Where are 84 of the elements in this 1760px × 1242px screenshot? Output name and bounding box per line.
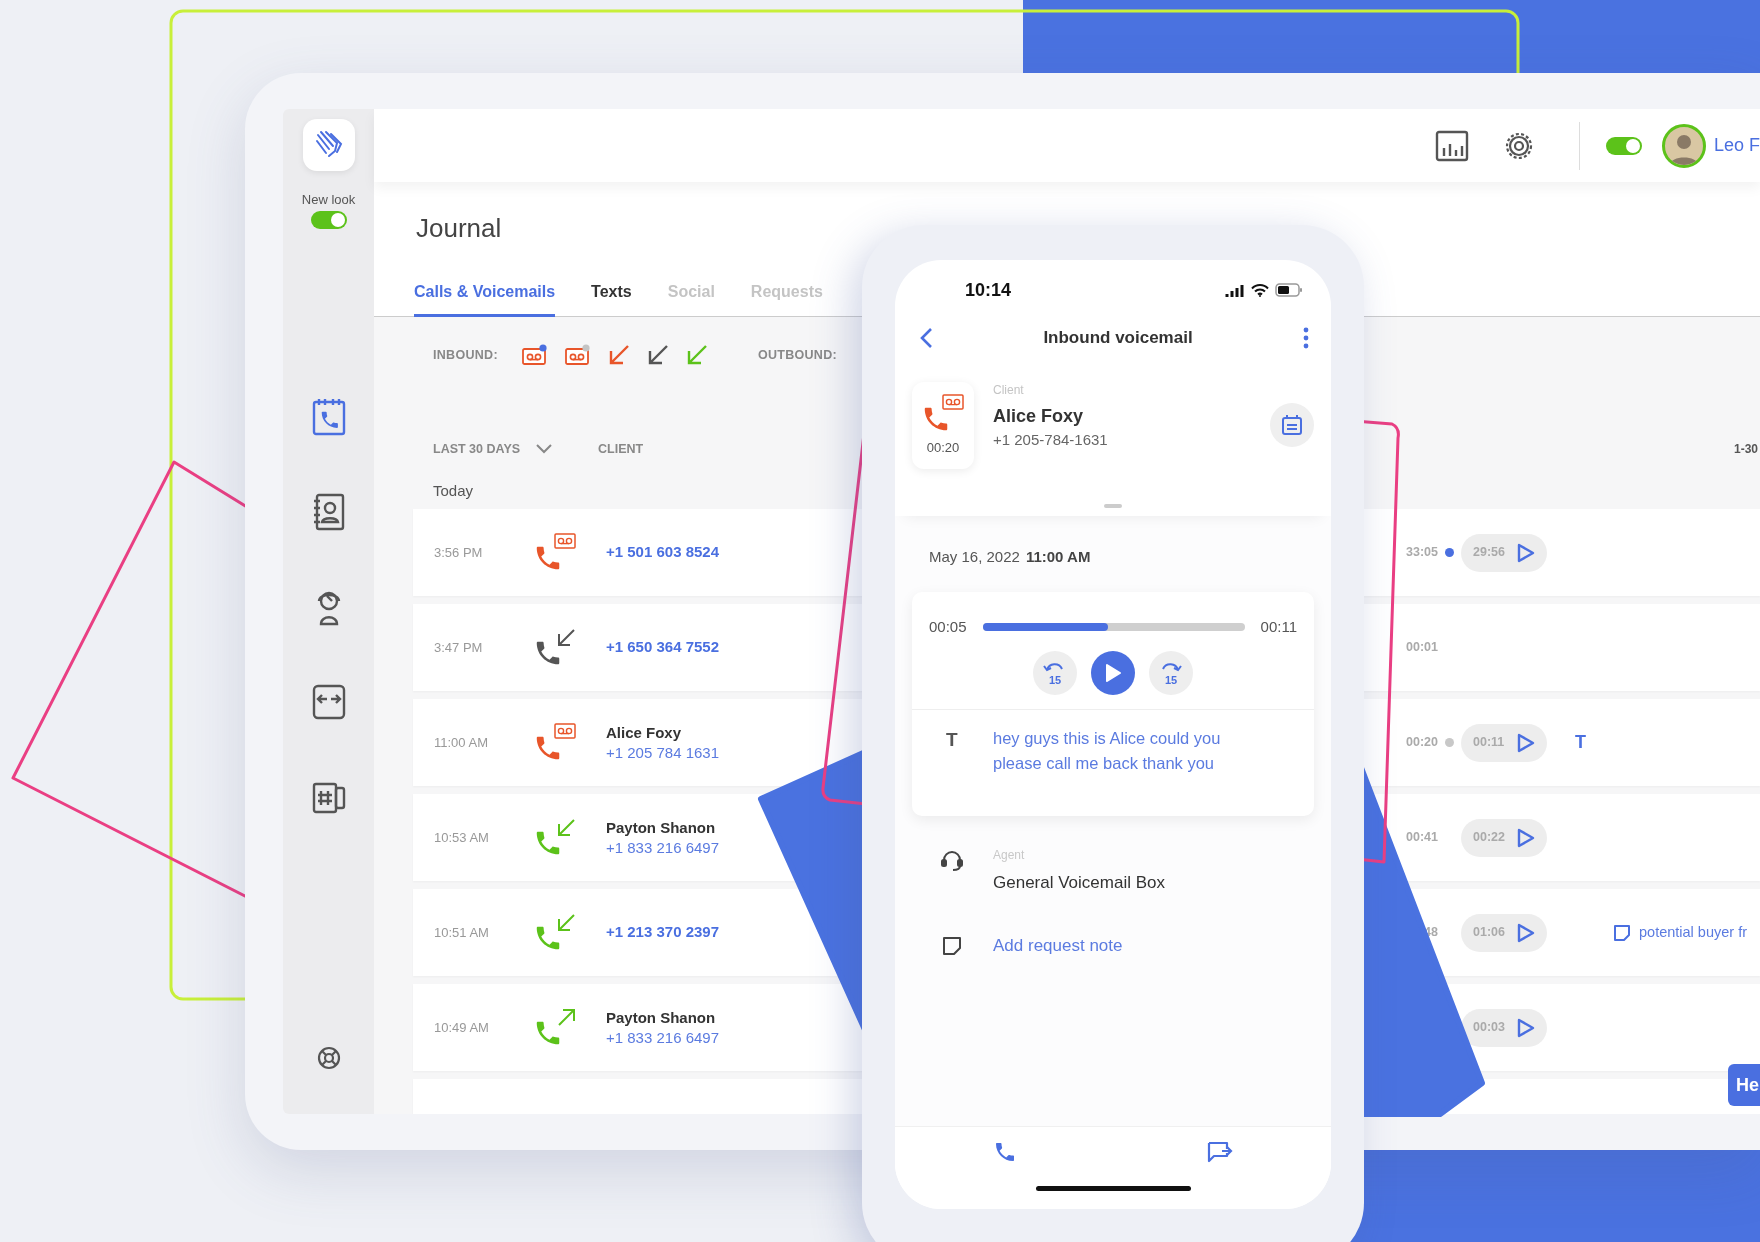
column-header: CLIENT [598,440,644,458]
elapsed-time: 00:05 [929,617,967,637]
group-heading: Today [433,481,474,501]
call-button[interactable] [993,1140,1017,1164]
call-duration: 00:41 [1405,829,1438,847]
wifi-icon [1251,283,1269,297]
tab[interactable]: Texts [591,280,632,317]
call-duration: 00:20 [1405,734,1438,752]
screen-title: Inbound voicemail [1043,326,1193,349]
chevron-left-icon [919,326,933,349]
phone-number[interactable]: +1 213 370 2397 [606,921,720,944]
more-icon [1303,326,1309,349]
play-icon [1517,1017,1535,1038]
lifebuoy-icon [315,1045,342,1071]
call-time: 11:00 AM [1025,547,1091,567]
progress-track[interactable] [982,623,1245,632]
call-time: 11:00 AM [434,733,489,752]
bar-chart-icon [1434,129,1469,162]
chevron-down-icon [536,444,553,454]
note-text: potential buyer fr [1639,922,1747,942]
client-name: Payton Shanon [606,1007,716,1028]
page-range: 1-30 [1733,441,1758,458]
call-time: 3:56 PM [434,543,484,562]
more-button[interactable] [1303,326,1309,349]
phone-number[interactable]: +1 833 216 6497 [606,1027,720,1048]
page-title: Journal [416,212,503,244]
period-filter-label[interactable]: LAST 30 DAYS [433,439,521,459]
note-icon [942,935,962,956]
filter-label: OUTBOUND: [757,346,837,364]
call-duration: 00:20 [926,438,960,457]
play-icon [1104,662,1122,683]
play-button[interactable] [1091,650,1135,695]
voicemail-filter-button[interactable] [564,344,591,366]
phone-icon [993,1140,1017,1164]
agent-name: General Voicemail Box [993,871,1165,894]
phone-number[interactable]: +1 833 216 6497 [606,837,720,858]
back-button[interactable] [919,326,933,349]
play-icon [1517,922,1535,943]
incoming-call-filter-button[interactable] [607,344,630,366]
incoming-call-filter-button[interactable] [646,344,669,366]
call-time: 10:49 AM [434,1018,490,1037]
phone-number: +1 205-784-1631 [993,430,1108,450]
signal-icon [1225,283,1245,297]
rewind-button[interactable]: 15 [1033,650,1077,695]
message-button[interactable] [1207,1140,1233,1164]
phone-number[interactable]: +1 205 784 1631 [606,742,720,763]
play-icon [1517,542,1535,563]
new-look-toggle[interactable] [310,211,347,229]
tab[interactable]: Calls & Voicemails [414,280,556,317]
client-name: Alice Foxy [606,722,682,743]
add-note-link[interactable]: Add request note [993,933,1123,959]
phone-number[interactable]: +1 650 364 7552 [606,636,720,659]
drag-handle[interactable] [1104,504,1122,508]
call-time: 3:47 PM [434,638,484,657]
call-time: 10:51 AM [434,923,490,942]
transcript-icon: T [929,725,993,776]
call-time: 10:53 AM [434,828,490,847]
user-name[interactable]: Leo F [1713,132,1760,159]
calendar-button[interactable] [1270,403,1314,447]
client-name: Payton Shanon [606,817,716,838]
period-dropdown-button[interactable] [536,444,553,454]
call-duration: 33:05 [1405,544,1438,562]
note-icon [1613,923,1631,942]
filter-label: INBOUND: [433,346,498,364]
transcript-text: hey guys this is Alice could you please call me back thank you [993,727,1222,774]
calendar-icon [1281,414,1303,436]
help-button[interactable]: He [1728,1064,1760,1106]
call-duration: 00:01 [1405,639,1438,657]
field-label: Client [993,382,1025,398]
phone-number[interactable]: +1 501 603 8524 [606,541,720,564]
play-icon [1517,732,1535,753]
total-time: 00:11 [1260,617,1297,637]
message-forward-icon [1207,1140,1233,1164]
forward-button[interactable]: 15 [1149,650,1193,695]
battery-icon [1275,283,1303,297]
call-date: May 16, 2022 [929,547,1020,567]
voicemail-filter-button[interactable] [521,344,548,366]
status-time: 10:14 [965,278,1012,302]
toggle-label: New look [301,192,356,208]
client-name: Alice Foxy [993,405,1085,428]
transcript-indicator[interactable]: T [1575,729,1586,756]
status-toggle[interactable] [1605,136,1642,155]
reports-button[interactable] [1434,129,1469,162]
play-icon [1517,827,1535,848]
